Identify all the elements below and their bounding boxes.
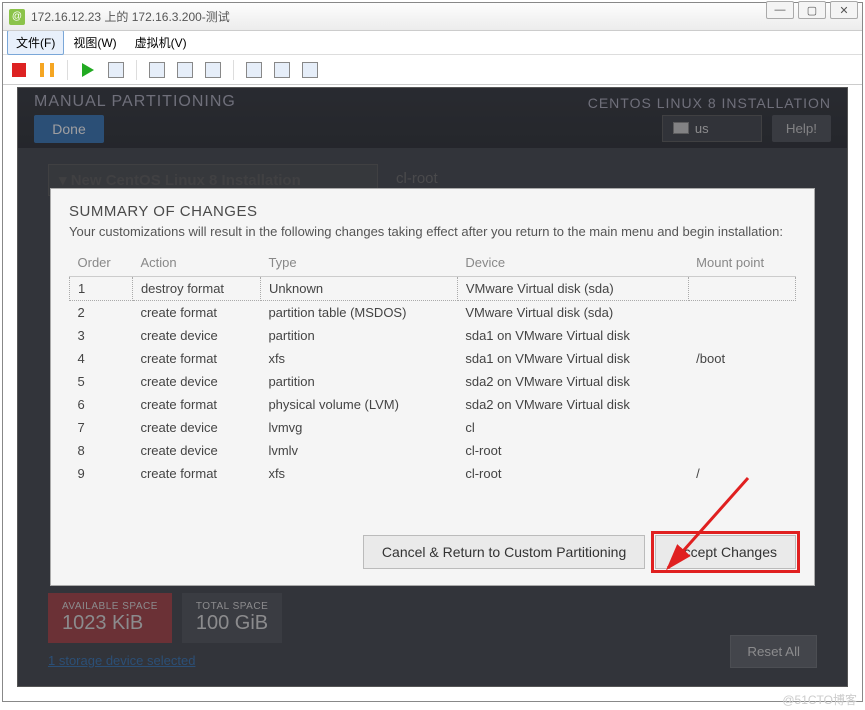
cell-mount <box>688 277 795 301</box>
maximize-button[interactable]: ▢ <box>798 1 826 19</box>
minimize-button[interactable]: — <box>766 1 794 19</box>
cell-order: 2 <box>70 301 133 325</box>
col-type: Type <box>260 249 457 277</box>
installer-panel: MANUAL PARTITIONING Done CENTOS LINUX 8 … <box>17 87 848 687</box>
cell-order: 3 <box>70 324 133 347</box>
cell-type: partition <box>260 370 457 393</box>
menu-vm[interactable]: 虚拟机(V) <box>126 30 196 55</box>
menu-bar: 文件(F) 视图(W) 虚拟机(V) <box>3 31 862 55</box>
cell-action: destroy format <box>132 277 260 301</box>
cd-icon[interactable] <box>203 60 223 80</box>
play-icon[interactable] <box>78 60 98 80</box>
cell-action: create format <box>132 462 260 485</box>
changes-table: Order Action Type Device Mount point 1de… <box>69 249 796 485</box>
cell-type: physical volume (LVM) <box>260 393 457 416</box>
snapshot-manage-icon[interactable] <box>175 60 195 80</box>
menu-file[interactable]: 文件(F) <box>7 30 64 55</box>
separator <box>136 60 137 80</box>
menu-view[interactable]: 视图(W) <box>64 30 125 55</box>
cell-action: create device <box>132 416 260 439</box>
cell-order: 7 <box>70 416 133 439</box>
separator <box>67 60 68 80</box>
cell-mount <box>688 301 795 325</box>
cancel-button[interactable]: Cancel & Return to Custom Partitioning <box>363 535 645 569</box>
table-row[interactable]: 5create devicepartitionsda2 on VMware Vi… <box>70 370 796 393</box>
cell-device: sda1 on VMware Virtual disk <box>457 324 688 347</box>
cell-mount <box>688 370 795 393</box>
cell-order: 1 <box>70 277 133 301</box>
snapshot-icon[interactable] <box>147 60 167 80</box>
cell-mount <box>688 416 795 439</box>
col-action: Action <box>132 249 260 277</box>
cell-action: create format <box>132 393 260 416</box>
cell-mount <box>688 439 795 462</box>
cell-device: VMware Virtual disk (sda) <box>457 277 688 301</box>
floppy-icon[interactable] <box>244 60 264 80</box>
cell-action: create format <box>132 347 260 370</box>
cell-device: sda1 on VMware Virtual disk <box>457 347 688 370</box>
cell-mount <box>688 324 795 347</box>
watermark: @51CTO博客 <box>782 691 857 708</box>
cell-type: xfs <box>260 347 457 370</box>
cell-action: create format <box>132 301 260 325</box>
cell-device: cl-root <box>457 439 688 462</box>
cell-type: partition <box>260 324 457 347</box>
cell-type: partition table (MSDOS) <box>260 301 457 325</box>
cell-action: create device <box>132 370 260 393</box>
pause-icon[interactable] <box>37 60 57 80</box>
cell-type: Unknown <box>260 277 457 301</box>
table-row[interactable]: 8create devicelvmlvcl-root <box>70 439 796 462</box>
cell-type: lvmvg <box>260 416 457 439</box>
cell-device: sda2 on VMware Virtual disk <box>457 393 688 416</box>
cell-mount: /boot <box>688 347 795 370</box>
cell-mount <box>688 393 795 416</box>
separator <box>233 60 234 80</box>
table-row[interactable]: 7create devicelvmvgcl <box>70 416 796 439</box>
cell-device: sda2 on VMware Virtual disk <box>457 370 688 393</box>
cell-device: VMware Virtual disk (sda) <box>457 301 688 325</box>
close-button[interactable]: ✕ <box>830 1 858 19</box>
toolbar <box>3 55 862 85</box>
table-row[interactable]: 4create formatxfssda1 on VMware Virtual … <box>70 347 796 370</box>
dialog-title: SUMMARY OF CHANGES <box>69 203 796 220</box>
cell-type: xfs <box>260 462 457 485</box>
cell-device: cl <box>457 416 688 439</box>
title-bar: @ 172.16.12.23 上的 172.16.3.200-测试 — ▢ ✕ <box>3 3 862 31</box>
usb-icon[interactable] <box>300 60 320 80</box>
cell-action: create device <box>132 324 260 347</box>
col-mount: Mount point <box>688 249 795 277</box>
col-device: Device <box>457 249 688 277</box>
dialog-description: Your customizations will result in the f… <box>69 224 796 239</box>
cell-order: 6 <box>70 393 133 416</box>
cell-action: create device <box>132 439 260 462</box>
cell-type: lvmlv <box>260 439 457 462</box>
col-order: Order <box>70 249 133 277</box>
refresh-icon[interactable] <box>106 60 126 80</box>
cell-order: 8 <box>70 439 133 462</box>
vsphere-icon: @ <box>9 9 25 25</box>
cell-order: 4 <box>70 347 133 370</box>
cell-order: 9 <box>70 462 133 485</box>
cell-order: 5 <box>70 370 133 393</box>
stop-icon[interactable] <box>9 60 29 80</box>
table-row[interactable]: 3create devicepartitionsda1 on VMware Vi… <box>70 324 796 347</box>
network-icon[interactable] <box>272 60 292 80</box>
table-row[interactable]: 2create formatpartition table (MSDOS)VMw… <box>70 301 796 325</box>
table-row[interactable]: 1destroy formatUnknownVMware Virtual dis… <box>70 277 796 301</box>
table-row[interactable]: 6create formatphysical volume (LVM)sda2 … <box>70 393 796 416</box>
annotation-arrow <box>638 468 768 588</box>
window-title: 172.16.12.23 上的 172.16.3.200-测试 <box>31 8 230 25</box>
